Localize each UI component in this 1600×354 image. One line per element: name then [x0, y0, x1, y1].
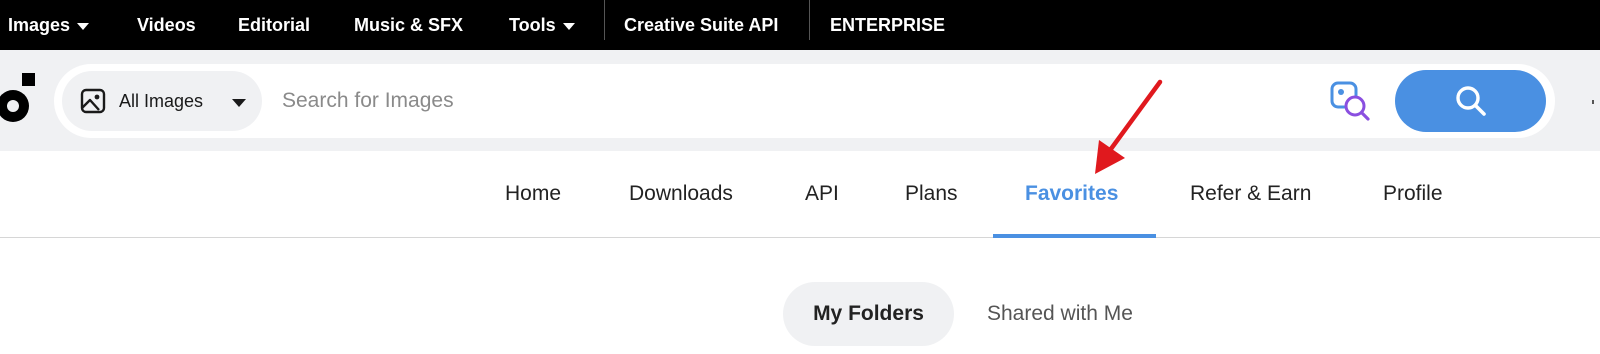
nav-editorial-label: Editorial — [238, 14, 311, 35]
tab-plans[interactable]: Plans — [905, 182, 958, 206]
nav-videos-label: Videos — [137, 14, 196, 35]
nav-enterprise[interactable]: ENTERPRISE — [830, 0, 945, 50]
tab-api[interactable]: API — [805, 182, 839, 206]
tab-refer-earn[interactable]: Refer & Earn — [1190, 182, 1311, 206]
tab-favorites[interactable]: Favorites — [1025, 182, 1118, 206]
nav-creative-suite-api-label: Creative Suite API — [624, 14, 779, 35]
logo-icon[interactable] — [0, 73, 40, 129]
nav-videos[interactable]: Videos — [137, 0, 196, 50]
nav-images[interactable]: Images — [8, 0, 90, 50]
nav-creative-suite-api[interactable]: Creative Suite API — [624, 0, 778, 50]
nav-enterprise-label: ENTERPRISE — [830, 14, 946, 35]
nav-divider — [809, 0, 810, 40]
search-box: All Images — [54, 64, 1555, 138]
nav-music-sfx-label: Music & SFX — [354, 14, 464, 35]
media-type-dropdown[interactable]: All Images — [62, 71, 262, 131]
nav-music-sfx[interactable]: Music & SFX — [354, 0, 463, 50]
media-type-label: All Images — [119, 91, 204, 111]
shared-with-me-toggle[interactable]: Shared with Me — [987, 282, 1133, 346]
nav-images-label: Images — [8, 14, 71, 35]
search-icon — [1455, 86, 1486, 116]
search-input[interactable] — [282, 82, 1262, 120]
edge-indicator — [1592, 100, 1594, 104]
tab-home[interactable]: Home — [505, 182, 561, 206]
chevron-down-icon — [232, 99, 246, 107]
active-tab-indicator — [993, 234, 1156, 238]
search-band: All Images — [0, 50, 1600, 151]
nav-editorial[interactable]: Editorial — [238, 0, 310, 50]
image-icon — [80, 88, 106, 114]
visual-search-icon[interactable] — [1329, 80, 1373, 124]
chevron-down-icon — [562, 22, 575, 30]
my-folders-toggle[interactable]: My Folders — [783, 282, 954, 346]
tab-downloads[interactable]: Downloads — [629, 182, 733, 206]
tab-profile[interactable]: Profile — [1383, 182, 1443, 206]
chevron-down-icon — [77, 22, 90, 30]
search-button[interactable] — [1395, 70, 1546, 132]
nav-tools-label: Tools — [509, 14, 556, 35]
nav-divider — [604, 0, 605, 40]
account-nav: Home Downloads API Plans Favorites Refer… — [0, 151, 1600, 238]
top-nav: Images Videos Editorial Music & SFX Tool… — [0, 0, 1600, 50]
nav-tools[interactable]: Tools — [509, 0, 575, 50]
